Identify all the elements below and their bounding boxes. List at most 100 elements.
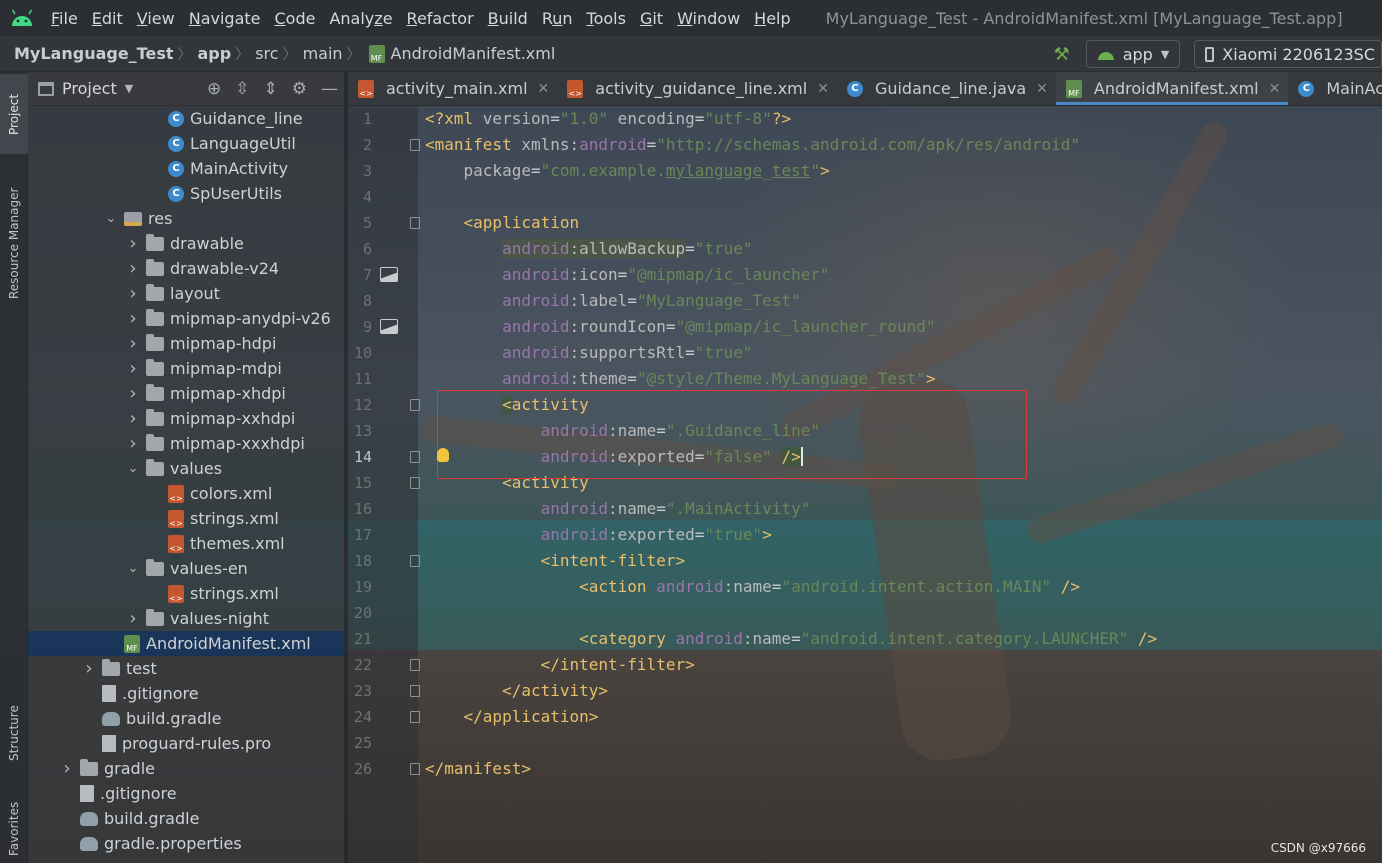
- chevron-right-icon[interactable]: ›: [126, 333, 140, 354]
- breadcrumb-src[interactable]: src: [251, 44, 280, 63]
- fold-marker-icon[interactable]: [410, 711, 420, 723]
- breadcrumb-project[interactable]: MyLanguage_Test: [0, 44, 176, 63]
- run-configuration-dropdown[interactable]: app ▼: [1085, 40, 1181, 68]
- expand-all-icon[interactable]: ⇳: [235, 79, 249, 99]
- fold-marker-icon[interactable]: [410, 555, 420, 567]
- tree-item[interactable]: › gradle: [28, 756, 344, 781]
- chevron-down-icon[interactable]: ⌄: [104, 211, 118, 226]
- fold-marker-icon[interactable]: [410, 139, 420, 151]
- image-preview-icon[interactable]: [380, 319, 398, 334]
- tree-item[interactable]: › test: [28, 656, 344, 681]
- fold-marker-icon[interactable]: [410, 451, 420, 463]
- menu-git[interactable]: Git: [633, 9, 670, 28]
- menu-run[interactable]: Run: [535, 9, 580, 28]
- image-preview-icon[interactable]: [380, 267, 398, 282]
- tree-item[interactable]: › drawable: [28, 231, 344, 256]
- menu-edit[interactable]: Edit: [85, 9, 130, 28]
- tree-item[interactable]: .gitignore: [28, 681, 344, 706]
- menu-analyze[interactable]: Analyze: [322, 9, 399, 28]
- editor-tab[interactable]: MF AndroidManifest.xml ✕: [1055, 72, 1289, 105]
- close-icon[interactable]: ✕: [817, 81, 829, 97]
- chevron-down-icon[interactable]: ⌄: [126, 461, 140, 476]
- tree-item[interactable]: ⌄ res: [28, 206, 344, 231]
- fold-marker-icon[interactable]: [410, 763, 420, 775]
- tree-item[interactable]: › drawable-v24: [28, 256, 344, 281]
- chevron-right-icon[interactable]: ›: [126, 258, 140, 279]
- locate-file-icon[interactable]: ⊕: [207, 79, 221, 99]
- menu-build[interactable]: Build: [481, 9, 535, 28]
- tree-item[interactable]: › mipmap-mdpi: [28, 356, 344, 381]
- chevron-right-icon[interactable]: ›: [126, 608, 140, 629]
- device-selector[interactable]: Xiaomi 2206123SC: [1194, 40, 1382, 68]
- tree-item[interactable]: ⌄ values: [28, 456, 344, 481]
- chevron-right-icon[interactable]: ›: [126, 358, 140, 379]
- project-view-selector[interactable]: Project ▼: [28, 79, 133, 98]
- menu-refactor[interactable]: Refactor: [400, 9, 481, 28]
- tree-item[interactable]: › mipmap-xhdpi: [28, 381, 344, 406]
- tree-item[interactable]: build.gradle: [28, 806, 344, 831]
- editor-tab[interactable]: C MainActivity.java: [1288, 72, 1382, 105]
- chevron-right-icon[interactable]: ›: [126, 408, 140, 429]
- tool-tab-project[interactable]: Project: [0, 74, 28, 154]
- breadcrumb-main[interactable]: main: [299, 44, 345, 63]
- close-icon[interactable]: ✕: [538, 81, 550, 97]
- menu-navigate[interactable]: Navigate: [182, 9, 268, 28]
- lightbulb-icon[interactable]: [437, 448, 449, 462]
- menu-help[interactable]: Help: [747, 9, 797, 28]
- tree-item[interactable]: C Guidance_line: [28, 106, 344, 131]
- chevron-right-icon[interactable]: ›: [82, 658, 96, 679]
- breadcrumb-module[interactable]: app: [194, 44, 234, 63]
- hide-panel-icon[interactable]: —: [321, 79, 338, 99]
- tree-item[interactable]: build.gradle: [28, 706, 344, 731]
- chevron-right-icon[interactable]: ›: [126, 433, 140, 454]
- tree-item[interactable]: › mipmap-xxhdpi: [28, 406, 344, 431]
- tree-item[interactable]: › mipmap-xxxhdpi: [28, 431, 344, 456]
- tree-item[interactable]: <> colors.xml: [28, 481, 344, 506]
- editor-tab[interactable]: <> activity_guidance_line.xml ✕: [557, 72, 837, 105]
- chevron-right-icon[interactable]: ›: [126, 308, 140, 329]
- tree-item[interactable]: .gitignore: [28, 781, 344, 806]
- close-icon[interactable]: ✕: [1036, 81, 1048, 97]
- tool-tab-structure[interactable]: Structure: [0, 688, 28, 778]
- breadcrumb-file[interactable]: MF AndroidManifest.xml: [363, 44, 555, 63]
- menu-window[interactable]: Window: [670, 9, 747, 28]
- chevron-right-icon[interactable]: ›: [126, 283, 140, 304]
- tree-item[interactable]: <> strings.xml: [28, 581, 344, 606]
- chevron-right-icon[interactable]: ›: [60, 758, 74, 779]
- menu-file[interactable]: File: [44, 9, 85, 28]
- tree-item[interactable]: C SpUserUtils: [28, 181, 344, 206]
- tree-item[interactable]: › layout: [28, 281, 344, 306]
- tree-item[interactable]: proguard-rules.pro: [28, 731, 344, 756]
- chevron-right-icon[interactable]: ›: [126, 233, 140, 254]
- menu-view[interactable]: View: [130, 9, 182, 28]
- menu-code[interactable]: Code: [268, 9, 323, 28]
- chevron-right-icon[interactable]: ›: [126, 383, 140, 404]
- menu-tools[interactable]: Tools: [580, 9, 633, 28]
- close-icon[interactable]: ✕: [1269, 81, 1281, 97]
- editor-tab[interactable]: <> activity_main.xml ✕: [348, 72, 557, 105]
- tree-item[interactable]: <> themes.xml: [28, 531, 344, 556]
- tree-item[interactable]: <> strings.xml: [28, 506, 344, 531]
- tree-item[interactable]: C MainActivity: [28, 156, 344, 181]
- chevron-down-icon[interactable]: ⌄: [126, 561, 140, 576]
- tree-item[interactable]: MF AndroidManifest.xml: [28, 631, 344, 656]
- gear-icon[interactable]: ⚙: [292, 79, 307, 99]
- tree-item[interactable]: C LanguageUtil: [28, 131, 344, 156]
- tree-item[interactable]: gradle.properties: [28, 831, 344, 856]
- fold-marker-icon[interactable]: [410, 217, 420, 229]
- build-hammer-icon[interactable]: ⚒: [1048, 40, 1076, 68]
- editor-tab[interactable]: C Guidance_line.java ✕: [837, 72, 1056, 105]
- tree-item[interactable]: › mipmap-anydpi-v26: [28, 306, 344, 331]
- fold-marker-icon[interactable]: [410, 659, 420, 671]
- tool-tab-favorites[interactable]: Favorites: [0, 794, 28, 863]
- tree-item[interactable]: ⌄ values-en: [28, 556, 344, 581]
- tree-item[interactable]: › values-night: [28, 606, 344, 631]
- fold-marker-icon[interactable]: [410, 399, 420, 411]
- fold-marker-icon[interactable]: [410, 477, 420, 489]
- tool-tab-resource-manager[interactable]: Resource Manager: [0, 168, 28, 318]
- fold-marker-icon[interactable]: [410, 685, 420, 697]
- collapse-all-icon[interactable]: ⇕: [264, 79, 278, 99]
- tree-item[interactable]: › mipmap-hdpi: [28, 331, 344, 356]
